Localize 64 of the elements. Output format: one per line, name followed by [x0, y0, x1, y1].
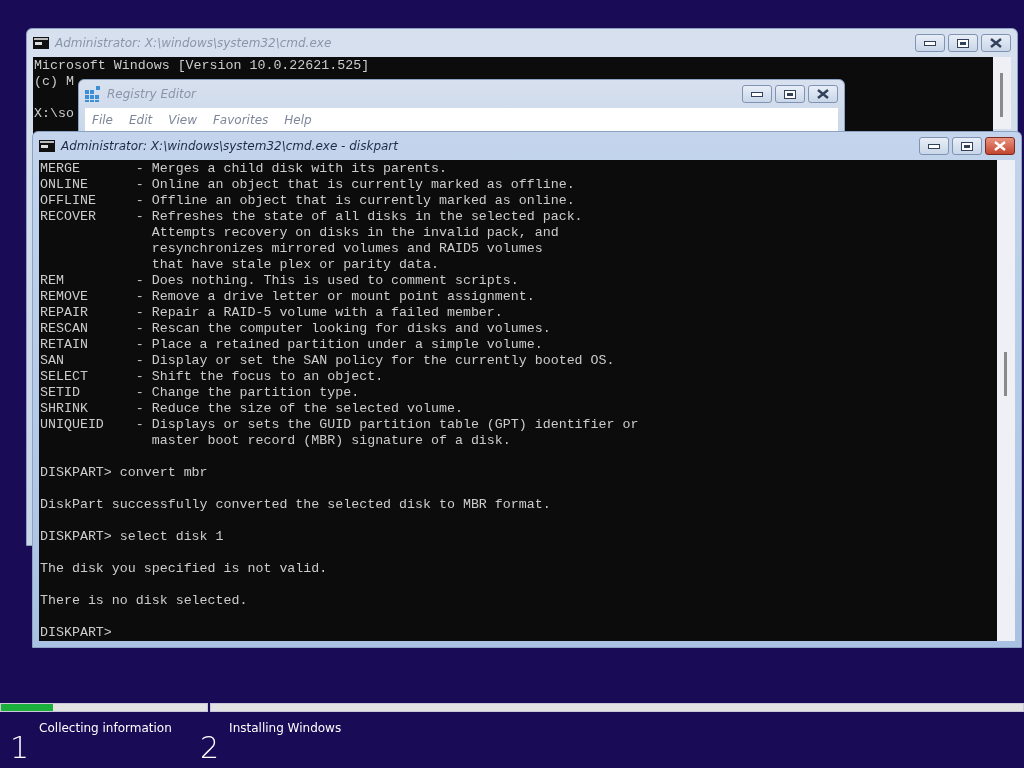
grid-icon — [85, 86, 101, 102]
minimize-icon — [924, 40, 936, 46]
console-line: REPAIR - Repair a RAID-5 volume with a failed member. — [40, 305, 503, 321]
console-line: SELECT - Shift the focus to an object. — [40, 369, 384, 385]
maximize-icon — [961, 141, 973, 151]
console-line: REM - Does nothing. This is used to comment scripts. — [40, 273, 519, 289]
maximize-icon — [957, 38, 969, 48]
console-line: REMOVE - Remove a drive letter or mount point assignment. — [40, 289, 535, 305]
console-icon — [33, 37, 49, 49]
close-icon — [990, 38, 1002, 48]
console-line: SAN - Display or set the SAN policy for the currently booted OS. — [40, 353, 615, 369]
menu-item[interactable]: File — [91, 113, 114, 127]
minimize-button[interactable] — [919, 137, 949, 155]
menu-item[interactable]: Favorites — [211, 113, 270, 127]
console-line: RETAIN - Place a retained partition under a simple volume. — [40, 337, 543, 353]
step-label: Installing Windows — [229, 721, 342, 735]
maximize-button[interactable] — [948, 34, 978, 52]
window-title: Registry Editor — [107, 87, 198, 101]
console-line: resynchronizes mirrored volumes and RAID5 volumes — [150, 241, 543, 257]
close-button[interactable] — [985, 137, 1015, 155]
console-line: X:\so — [34, 106, 74, 122]
console-line: DISKPART> — [40, 625, 112, 641]
console-line: Microsoft Windows [Version 10.0.22621.525] — [34, 58, 370, 74]
console-line: that have stale plex or parity data. — [150, 257, 439, 273]
close-icon — [817, 89, 829, 99]
step-label: Collecting information — [39, 721, 172, 735]
scrollbar-thumb[interactable] — [1004, 352, 1007, 396]
scrollbar-thumb[interactable] — [1000, 73, 1003, 117]
console-line: SHRINK - Reduce the size of the selected volume. — [40, 401, 463, 417]
console-line: (c) M — [34, 74, 74, 90]
console-line: OFFLINE - Offline an object that is currently marked as online. — [40, 193, 575, 209]
maximize-button[interactable] — [952, 137, 982, 155]
scrollbar[interactable] — [993, 57, 1011, 129]
minimize-button[interactable] — [742, 85, 772, 103]
minimize-icon — [751, 91, 763, 97]
menu-item[interactable]: Help — [283, 113, 313, 127]
console-line: RECOVER - Refreshes the state of all disks in the selected pack. — [40, 209, 583, 225]
console-line: The disk you specified is not valid. — [40, 561, 328, 577]
console-line: SETID - Change the partition type. — [40, 385, 360, 401]
console-line: RESCAN - Rescan the computer looking for disks and volumes. — [40, 321, 551, 337]
console-icon — [39, 140, 55, 152]
window-title: Administrator: X:\windows\system32\cmd.exe — [55, 36, 333, 50]
close-icon — [994, 141, 1006, 151]
console-line: ONLINE - Online an object that is currently marked as offline. — [40, 177, 575, 193]
window-title: Administrator: X:\windows\system32\cmd.exe - diskpart — [61, 139, 400, 153]
menu-item[interactable]: View — [167, 113, 198, 127]
minimize-button[interactable] — [915, 34, 945, 52]
step-number: 2 — [200, 731, 220, 765]
console-line: master boot record (MBR) signature of a disk. — [150, 433, 511, 449]
close-button[interactable] — [808, 85, 838, 103]
step-number: 1 — [10, 731, 30, 765]
scrollbar[interactable] — [997, 160, 1015, 641]
close-button[interactable] — [981, 34, 1011, 52]
maximize-button[interactable] — [775, 85, 805, 103]
console-line: DISKPART> select disk 1 — [40, 529, 224, 545]
console-line: UNIQUEID - Displays or sets the GUID partition table (GPT) identifier or — [40, 417, 639, 433]
minimize-icon — [928, 143, 940, 149]
console-line: Attempts recovery on disks in the invalid pack, and — [150, 225, 559, 241]
console-line: There is no disk selected. — [40, 593, 248, 609]
menu-item[interactable]: Edit — [127, 113, 154, 127]
console-line: DISKPART> convert mbr — [40, 465, 208, 481]
console-line: MERGE - Merges a child disk with its parents. — [40, 161, 447, 177]
maximize-icon — [784, 89, 796, 99]
console-line: DiskPart successfully converted the selected disk to MBR format. — [40, 497, 551, 513]
